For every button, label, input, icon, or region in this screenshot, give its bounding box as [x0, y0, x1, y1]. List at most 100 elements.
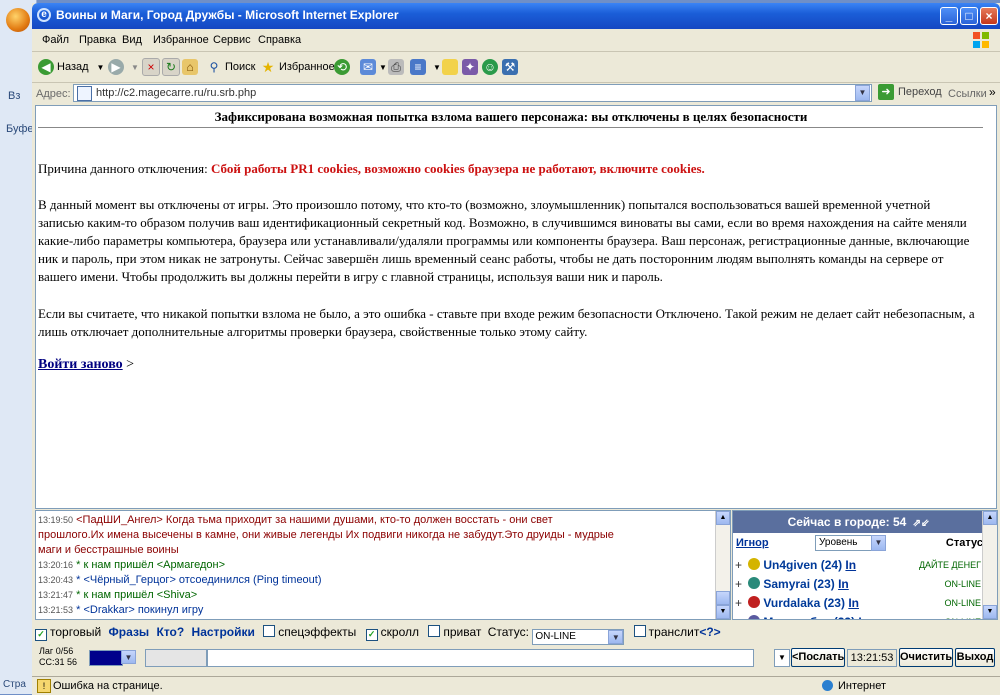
warning-icon[interactable]: !	[37, 679, 51, 693]
heading-divider	[38, 127, 983, 128]
private-checkbox[interactable]	[428, 625, 441, 637]
user-status: ON-LINE	[944, 579, 981, 589]
search-button[interactable]: ⚲ Поиск	[206, 56, 256, 78]
forward-dropdown-icon[interactable]: ▼	[131, 63, 139, 72]
reason-prefix: Причина данного отключения:	[38, 161, 211, 176]
status-dropdown-icon[interactable]: ▼	[608, 630, 624, 644]
internet-globe-icon	[822, 680, 833, 691]
user-row[interactable]: + Un4given (24) In ДАЙТЕ ДЕНЕГ	[735, 556, 983, 574]
back-label: Назад	[57, 61, 89, 73]
message-input[interactable]	[207, 649, 754, 667]
favorites-button[interactable]: ★ Избранное	[260, 56, 335, 78]
back-button[interactable]: ◀ Назад ▼	[38, 56, 104, 78]
trade-checkbox[interactable]: ✓	[35, 629, 47, 641]
lag-line1: Лаг 0/56	[39, 646, 74, 656]
research-button[interactable]: ✦	[462, 56, 481, 78]
user-nick[interactable]: Мяу_мябик	[763, 615, 830, 619]
edit-button[interactable]: ≡ ▼	[410, 56, 441, 78]
user-info-link[interactable]: In	[848, 596, 859, 610]
user-nick[interactable]: Vurdalaka	[763, 596, 820, 610]
scroll-down-icon[interactable]: ▼	[983, 605, 997, 619]
address-input[interactable]: http://c2.magecarre.ru/ru.srb.php ▼	[73, 84, 872, 102]
chat-scrollbar[interactable]: ▲ ▼	[715, 511, 730, 619]
address-dropdown-icon[interactable]: ▼	[855, 85, 870, 101]
forward-button[interactable]: ▶ ▼	[108, 56, 139, 78]
menu-view[interactable]: Вид	[122, 34, 142, 46]
settings-link[interactable]: Настройки	[192, 625, 255, 639]
status-select[interactable]: ON-LINE ▼	[532, 629, 625, 645]
refresh-button[interactable]: ↻	[162, 56, 183, 78]
user-nick[interactable]: Un4given	[763, 558, 817, 572]
user-row[interactable]: + Мяу_мябик (23) In ON-LINE	[735, 613, 983, 619]
search-label: Поиск	[225, 61, 256, 73]
menu-tools[interactable]: Сервис	[213, 34, 251, 46]
menu-favorites[interactable]: Избранное	[153, 34, 209, 46]
color-picker[interactable]	[89, 650, 123, 666]
color-dropdown-icon[interactable]: ▼	[121, 650, 136, 664]
scroll-thumb[interactable]	[716, 591, 730, 605]
add-private-icon[interactable]: +	[735, 615, 742, 619]
minimize-button[interactable]: _	[940, 7, 958, 25]
extra-tool-button[interactable]: ⚒	[502, 56, 521, 78]
stop-button[interactable]: ×	[142, 56, 163, 78]
mail-dropdown-icon[interactable]: ▼	[379, 63, 387, 72]
who-link[interactable]: Кто?	[157, 625, 185, 639]
chat-line: маги и бесстрашные воины	[38, 542, 718, 558]
user-row[interactable]: + Vurdalaka (23) In ON-LINE	[735, 594, 983, 612]
discuss-button[interactable]	[442, 56, 461, 78]
user-info-link[interactable]: In	[858, 615, 869, 619]
ignore-column[interactable]: Игнор	[736, 537, 769, 549]
chat-line: 13:20:43 * <Чёрный_Герцог> отсоединился …	[38, 572, 718, 588]
links-chevron-icon[interactable]: »	[989, 85, 996, 99]
messenger-icon: ☺	[482, 59, 498, 75]
print-button[interactable]: ⎙	[388, 56, 407, 78]
phrases-link[interactable]: Фразы	[109, 625, 150, 639]
star-icon: ★	[261, 59, 275, 75]
links-label[interactable]: Ссылки	[948, 88, 987, 100]
menu-edit[interactable]: Правка	[79, 34, 116, 46]
user-info-link[interactable]: In	[845, 558, 856, 572]
scroll-up-icon[interactable]: ▲	[716, 511, 730, 525]
target-field[interactable]	[145, 649, 207, 667]
history-dropdown-icon[interactable]: ▼	[774, 649, 790, 667]
scroll-up-icon[interactable]: ▲	[983, 511, 997, 525]
menu-help[interactable]: Справка	[258, 34, 301, 46]
translit-checkbox[interactable]	[633, 625, 646, 637]
add-private-icon[interactable]: +	[735, 558, 742, 572]
translit-help-link[interactable]: <?>	[699, 625, 720, 639]
mail-button[interactable]: ✉ ▼	[360, 56, 387, 78]
chat-timestamp: 13:21:47	[38, 590, 74, 600]
user-info-link[interactable]: In	[838, 577, 849, 591]
add-private-icon[interactable]: +	[735, 577, 742, 591]
chat-line: 13:20:16 * к нам пришёл <Армагедон>	[38, 557, 718, 573]
scroll-checkbox[interactable]: ✓	[365, 629, 378, 641]
edit-page-icon: ≡	[410, 59, 426, 75]
relogin-link[interactable]: Войти заново	[38, 357, 123, 372]
exit-button[interactable]: Выход	[955, 648, 995, 667]
level-sort-value: Уровень	[819, 537, 858, 548]
windows-logo-icon	[973, 32, 989, 48]
scroll-down-icon[interactable]: ▼	[716, 605, 730, 619]
user-row[interactable]: + Samyrai (23) In ON-LINE	[735, 575, 983, 593]
user-nick[interactable]: Samyrai	[763, 577, 810, 591]
send-button[interactable]: <Послать	[791, 648, 845, 667]
home-button[interactable]: ⌂	[182, 56, 201, 78]
go-button[interactable]: ➜ Переход	[878, 84, 942, 100]
lag-line2: СС:31 56	[39, 657, 78, 667]
chat-message: * к нам пришёл <Shiva>	[76, 589, 198, 601]
menu-file[interactable]: Файл	[42, 34, 69, 46]
maximize-button[interactable]: □	[960, 7, 978, 25]
clear-button[interactable]: Очистить	[899, 648, 953, 667]
effects-checkbox[interactable]	[263, 625, 276, 637]
history-button[interactable]: ⟲	[334, 56, 353, 78]
messenger-button[interactable]: ☺	[482, 56, 501, 78]
close-button[interactable]: ×	[980, 7, 998, 25]
users-scrollbar[interactable]: ▲ ▼	[982, 511, 997, 619]
add-private-icon[interactable]: +	[735, 596, 742, 610]
status-text: Ошибка на странице.	[53, 680, 163, 692]
page-icon	[77, 86, 92, 101]
refresh-list-icon[interactable]: ⇗⇙	[913, 518, 930, 529]
level-dropdown-icon[interactable]: ▼	[871, 535, 886, 551]
back-dropdown-icon[interactable]: ▼	[97, 63, 105, 72]
edit-dropdown-icon[interactable]: ▼	[433, 63, 441, 72]
